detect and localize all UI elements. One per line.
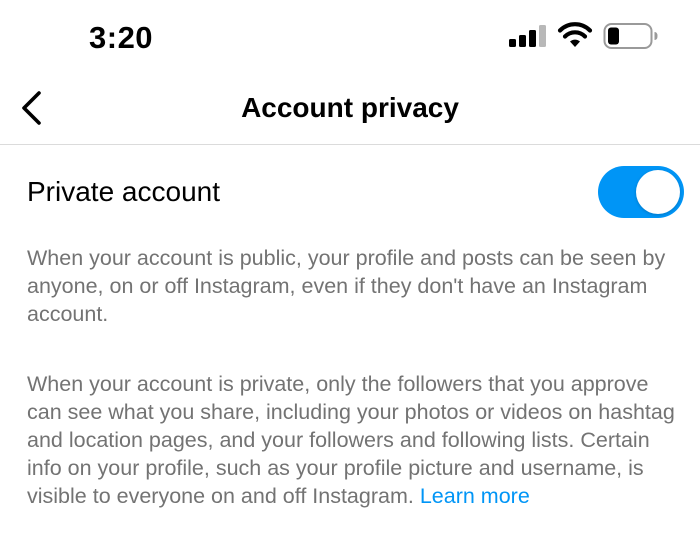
- cellular-signal-icon: [509, 25, 549, 47]
- page-title: Account privacy: [241, 92, 459, 123]
- private-account-row: Private account: [0, 160, 700, 224]
- private-account-description: When your account is private, only the f…: [27, 370, 677, 510]
- status-bar: 3:20: [0, 0, 700, 70]
- toggle-knob: [636, 170, 680, 214]
- status-time: 3:20: [89, 20, 154, 55]
- public-account-description: When your account is public, your profil…: [27, 246, 666, 326]
- navigation-header: Account privacy: [0, 74, 700, 145]
- account-privacy-screen: 3:20 Account privacy Private account Whe…: [0, 0, 700, 551]
- learn-more-link[interactable]: Learn more: [420, 484, 530, 508]
- battery-icon: [603, 22, 659, 50]
- private-account-toggle[interactable]: [598, 166, 684, 218]
- private-account-description-text: When your account is private, only the f…: [27, 372, 675, 508]
- private-account-label: Private account: [27, 176, 220, 207]
- wifi-icon: [557, 22, 593, 48]
